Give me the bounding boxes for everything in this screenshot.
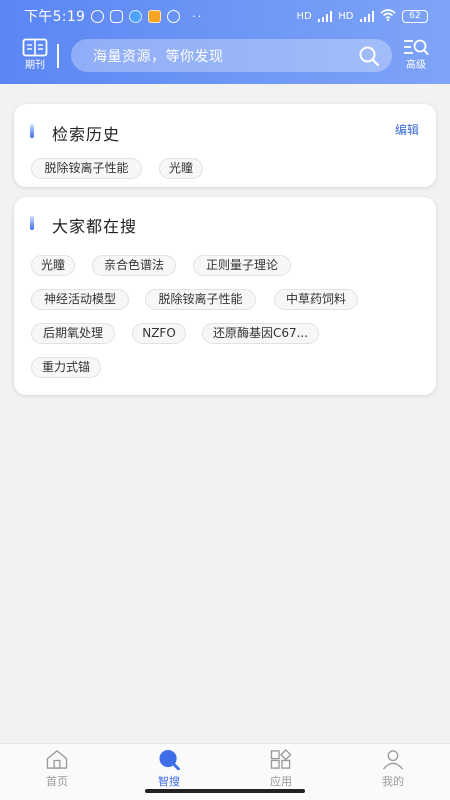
advanced-label: 高级 [406, 60, 426, 71]
mail-app-icon [148, 9, 162, 23]
header-divider [57, 44, 59, 68]
journal-button[interactable]: 期刊 [20, 38, 50, 74]
advanced-search-button[interactable]: 高级 [400, 38, 432, 74]
popular-searches-title: 大家都在搜 [52, 217, 138, 236]
app-header: 下午5:19 ·· HD HD 62 期刊 海量资源，等你发现 高级 [0, 0, 450, 84]
search-history-title: 检索历史 [52, 125, 121, 144]
advanced-search-icon [404, 39, 429, 55]
tab-smart-search[interactable]: 智搜 [139, 749, 199, 789]
signal-strength-icon [317, 10, 333, 22]
notification-app-icon [110, 9, 124, 23]
status-right: HD HD 62 [296, 8, 428, 24]
status-left: 下午5:19 ·· [24, 6, 203, 26]
tab-profile[interactable]: 我的 [363, 749, 423, 789]
popular-tag[interactable]: 神经活动模型 [31, 289, 129, 310]
popular-tag[interactable]: 正则量子理论 [193, 255, 291, 276]
history-tag[interactable]: 光瞳 [159, 158, 203, 179]
popular-tag[interactable]: 光瞳 [31, 255, 75, 276]
title-accent-bar [30, 216, 34, 230]
tab-apps[interactable]: 应用 [251, 749, 311, 789]
search-input[interactable]: 海量资源，等你发现 [71, 39, 392, 72]
tab-smart-search-label: 智搜 [158, 775, 180, 788]
edit-history-button[interactable]: 编辑 [395, 121, 419, 138]
journal-label: 期刊 [25, 60, 45, 71]
popular-tag[interactable]: 重力式锚 [31, 357, 101, 378]
popular-tag[interactable]: NZFO [132, 323, 186, 344]
battery-icon: 62 [402, 9, 428, 23]
history-tag[interactable]: 脱除铵离子性能 [31, 158, 142, 179]
network-type-label-2: HD [338, 10, 354, 22]
search-history-card: 检索历史 编辑 脱除铵离子性能 光瞳 [14, 104, 436, 187]
network-type-label: HD [296, 10, 312, 22]
wifi-icon [380, 8, 396, 24]
popular-tag[interactable]: 还原酶基因C67... [202, 323, 319, 344]
status-time: 下午5:19 [24, 9, 86, 25]
apps-icon [270, 749, 292, 769]
popular-tag[interactable]: 亲合色谱法 [92, 255, 176, 276]
popular-searches-card: 大家都在搜 光瞳 亲合色谱法 正则量子理论 神经活动模型 脱除铵离子性能 中草药… [14, 197, 436, 395]
tab-home-label: 首页 [46, 775, 68, 788]
title-accent-bar [30, 124, 34, 138]
journal-book-icon [22, 38, 48, 57]
tab-apps-label: 应用 [270, 775, 292, 788]
search-icon[interactable] [358, 45, 380, 67]
home-indicator[interactable] [145, 789, 305, 793]
smart-search-icon [159, 749, 180, 770]
popular-tag[interactable]: 脱除铵离子性能 [145, 289, 256, 310]
signal-strength-icon-2 [359, 10, 374, 22]
popular-tag[interactable]: 后期氧处理 [31, 323, 115, 344]
message-app-icon [129, 9, 143, 23]
home-icon [46, 750, 68, 769]
chat-app-icon [167, 9, 181, 23]
more-notifications-icon: ·· [192, 9, 204, 23]
tab-profile-label: 我的 [382, 775, 404, 788]
alarm-icon [91, 9, 105, 23]
popular-tag[interactable]: 中草药饲料 [274, 289, 358, 310]
status-bar: 下午5:19 ·· HD HD 62 [0, 0, 450, 32]
search-placeholder: 海量资源，等你发现 [93, 48, 224, 65]
search-nav-row: 期刊 海量资源，等你发现 高级 [0, 36, 450, 76]
tab-home[interactable]: 首页 [27, 749, 87, 789]
profile-icon [382, 750, 404, 770]
